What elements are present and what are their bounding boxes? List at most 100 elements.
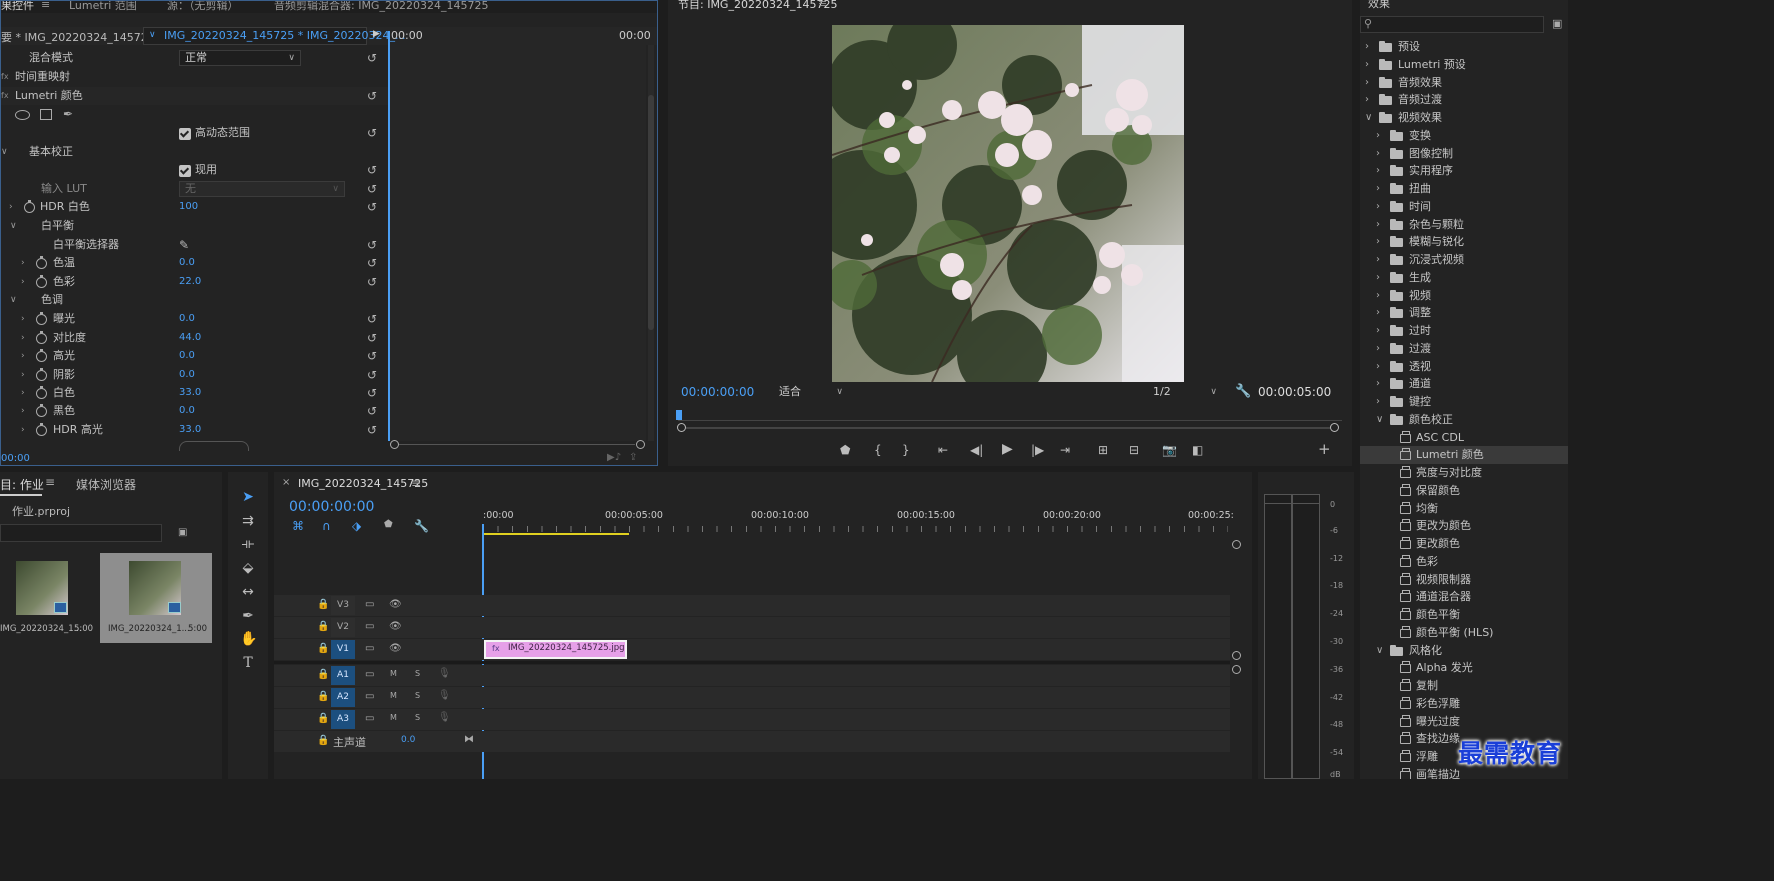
stopwatch-icon[interactable] [36, 423, 47, 436]
effects-item[interactable]: 颜色平衡 [1360, 606, 1568, 624]
chevron-right-icon[interactable]: › [1376, 393, 1380, 411]
lumetri-label[interactable]: Lumetri 颜色 [15, 87, 83, 105]
chevron-right-icon[interactable]: › [1365, 91, 1369, 109]
effects-item[interactable]: 均衡 [1360, 500, 1568, 518]
chevron-right-icon[interactable]: › [1365, 38, 1369, 56]
auto-button[interactable] [179, 441, 249, 451]
stopwatch-icon[interactable] [36, 331, 47, 344]
fit-dropdown[interactable]: 适合 ∨ [774, 385, 848, 401]
lift-icon[interactable]: ⊞ [1098, 443, 1108, 457]
pen-mask-icon[interactable]: ✒ [63, 105, 73, 123]
chevron-right-icon[interactable]: › [21, 273, 25, 291]
microphone-icon[interactable]: 🎙 [438, 668, 451, 679]
snap-icon[interactable]: ⌘ [292, 519, 304, 533]
chevron-right-icon[interactable]: › [1376, 162, 1380, 180]
reset-icon[interactable]: ↺ [367, 164, 379, 176]
go-to-in-icon[interactable]: ⇤ [938, 443, 948, 457]
reset-icon[interactable]: ↺ [367, 405, 379, 417]
eye-icon[interactable]: 👁 [389, 643, 402, 654]
reset-icon[interactable]: ↺ [367, 257, 379, 269]
project-search-input[interactable] [0, 524, 162, 542]
stopwatch-icon[interactable] [36, 349, 47, 362]
tab-lumetri-scope[interactable]: Lumetri 范围 [69, 1, 137, 13]
chevron-right-icon[interactable]: › [1376, 340, 1380, 358]
chevron-down-icon[interactable]: ∨ [1376, 642, 1383, 660]
zoom-slider-left-handle[interactable] [390, 440, 399, 449]
mute-button[interactable]: M [390, 691, 397, 700]
effects-item[interactable]: 色彩 [1360, 553, 1568, 571]
effects-item[interactable]: 更改颜色 [1360, 535, 1568, 553]
solo-button[interactable]: S [415, 691, 420, 700]
step-forward-icon[interactable]: |▶ [1031, 443, 1044, 457]
chevron-right-icon[interactable]: › [1376, 216, 1380, 234]
stopwatch-icon[interactable] [36, 386, 47, 399]
lock-icon[interactable]: 🔒 [317, 621, 329, 632]
go-to-end-icon[interactable]: ⧓ [464, 734, 474, 745]
whites-value[interactable]: 33.0 [179, 384, 201, 402]
sync-lock-icon[interactable]: ▭ [365, 643, 374, 654]
export-icon[interactable]: ⇪ [629, 452, 637, 463]
chevron-right-icon[interactable]: › [1376, 375, 1380, 393]
lock-icon[interactable]: 🔒 [317, 669, 329, 680]
chevron-right-icon[interactable]: › [1376, 145, 1380, 163]
effects-item[interactable]: 视频限制器 [1360, 571, 1568, 589]
sync-lock-icon[interactable]: ▭ [365, 621, 374, 632]
sync-lock-icon[interactable]: ▭ [365, 599, 374, 610]
chevron-down-icon[interactable]: ∨ [1, 143, 8, 161]
effects-folder[interactable]: › 生成 [1360, 269, 1568, 287]
solo-button[interactable]: S [415, 713, 420, 722]
menu-icon[interactable]: ≡ [41, 1, 50, 11]
reset-icon[interactable]: ↺ [367, 332, 379, 344]
contrast-value[interactable]: 44.0 [179, 329, 201, 347]
effects-folder[interactable]: › 透视 [1360, 358, 1568, 376]
track-target-v3[interactable]: V3 [331, 596, 355, 615]
new-bin-icon[interactable]: ▣ [178, 527, 187, 538]
selection-tool-icon[interactable]: ➤ [240, 489, 256, 505]
exposure-value[interactable]: 0.0 [179, 310, 195, 328]
timeline-clip[interactable]: fx IMG_20220324_145725.jpg [484, 640, 627, 659]
effects-folder[interactable]: › 过渡 [1360, 340, 1568, 358]
effects-folder[interactable]: › 通道 [1360, 375, 1568, 393]
menu-icon[interactable]: ≡ [411, 476, 421, 490]
effects-folder[interactable]: › 图像控制 [1360, 145, 1568, 163]
chevron-right-icon[interactable]: › [21, 310, 25, 328]
project-item[interactable]: IMG_20220324_1... 5:00 [0, 554, 96, 642]
effects-folder[interactable]: › 过时 [1360, 322, 1568, 340]
stopwatch-icon[interactable] [36, 312, 47, 325]
program-ruler[interactable] [678, 411, 1342, 421]
type-tool-icon[interactable]: T [240, 655, 256, 671]
effects-folder[interactable]: › 键控 [1360, 393, 1568, 411]
chevron-right-icon[interactable]: › [1376, 304, 1380, 322]
extract-icon[interactable]: ⊟ [1129, 443, 1139, 457]
reset-icon[interactable]: ↺ [367, 369, 379, 381]
chevron-right-icon[interactable]: › [21, 402, 25, 420]
effects-folder[interactable]: › 音频过渡 [1360, 91, 1568, 109]
hdr-white-value[interactable]: 100 [179, 198, 198, 216]
lock-icon[interactable]: 🔒 [317, 713, 329, 724]
timeline-vscroll[interactable] [1230, 538, 1244, 779]
chevron-down-icon[interactable]: ∨ [1376, 411, 1383, 429]
lock-icon[interactable]: 🔒 [317, 599, 329, 610]
add-button-icon[interactable]: + [1318, 440, 1331, 458]
effects-folder[interactable]: › 音频效果 [1360, 74, 1568, 92]
shadows-value[interactable]: 0.0 [179, 366, 195, 384]
menu-icon[interactable]: ≡ [45, 475, 55, 489]
program-playhead[interactable] [676, 410, 682, 420]
reset-icon[interactable]: ↺ [367, 276, 379, 288]
scroll-handle-top[interactable] [1232, 540, 1241, 549]
effects-folder[interactable]: › 杂色与颗粒 [1360, 216, 1568, 234]
linked-selection-icon[interactable]: ⬗ [352, 519, 361, 533]
chevron-right-icon[interactable]: › [1376, 287, 1380, 305]
chevron-right-icon[interactable]: › [21, 254, 25, 272]
time-remap-label[interactable]: 时间重映射 [15, 68, 70, 86]
master-track-value[interactable]: 0.0 [401, 735, 415, 745]
white-balance-label[interactable]: 白平衡 [41, 217, 74, 235]
scroll-handle-mid[interactable] [1232, 651, 1241, 660]
solo-button[interactable]: S [415, 669, 420, 678]
stopwatch-icon[interactable] [36, 275, 47, 288]
effects-folder[interactable]: › 变换 [1360, 127, 1568, 145]
chevron-down-icon[interactable]: ∨ [10, 291, 17, 309]
wrench-icon[interactable]: 🔧 [1235, 384, 1251, 399]
chevron-right-icon[interactable]: › [21, 384, 25, 402]
eye-icon[interactable]: 👁 [389, 621, 402, 632]
